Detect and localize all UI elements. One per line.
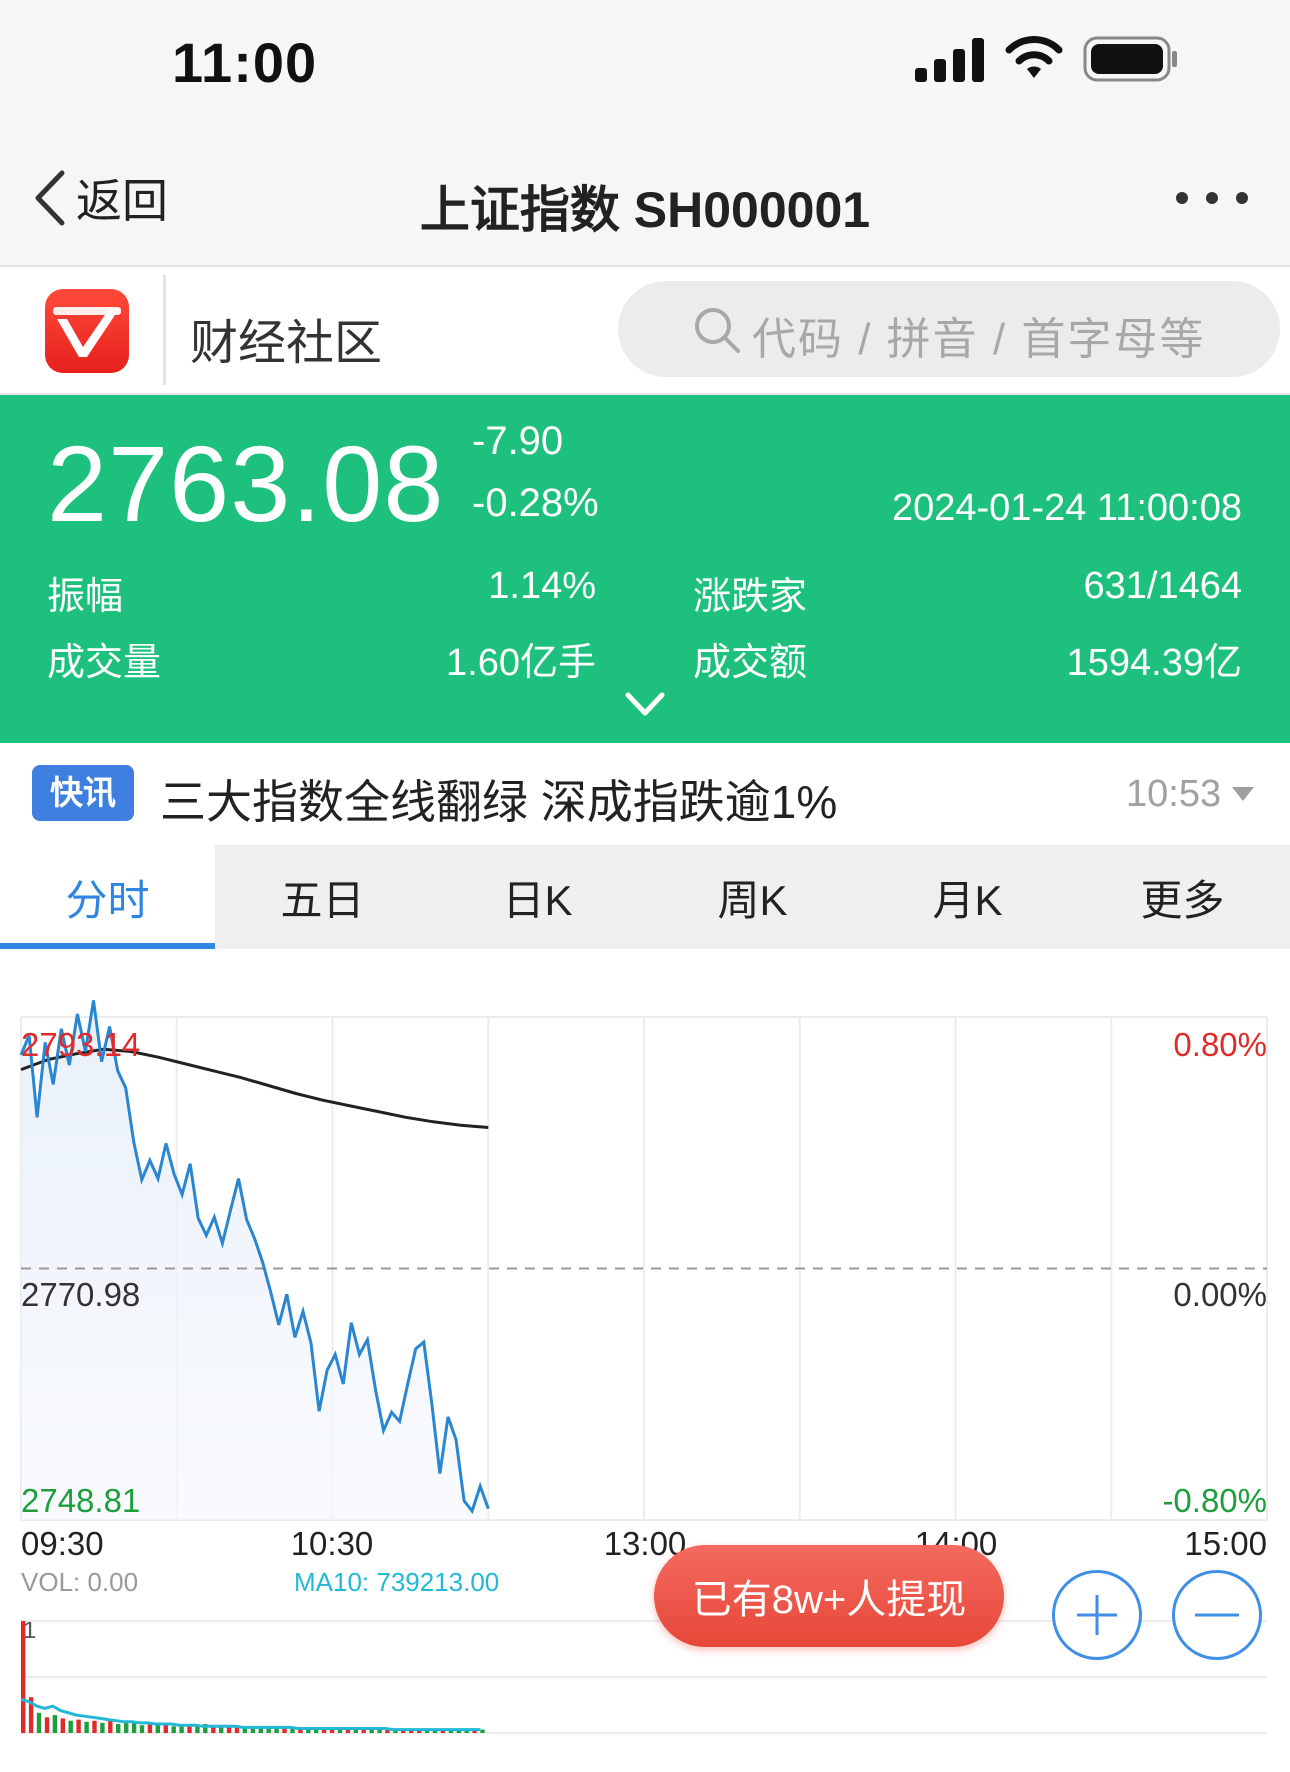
stat-value-amplitude: 1.14% — [488, 565, 596, 607]
tab-weekly-k[interactable]: 周K — [645, 845, 860, 949]
y-tick-right-bottom: -0.80% — [1162, 1482, 1267, 1519]
volume-bar — [21, 1621, 26, 1733]
volume-bar — [44, 1717, 50, 1733]
volume-ma-line — [20, 1697, 481, 1732]
volume-bar — [100, 1722, 105, 1733]
nav-bar: 返回 上证指数 SH000001 — [0, 118, 1290, 267]
volume-bar — [76, 1719, 81, 1733]
volume-bar — [60, 1718, 65, 1733]
volume-bar — [480, 1729, 485, 1733]
checkmark-logo-icon — [53, 307, 121, 357]
volume-bar — [195, 1726, 200, 1733]
volume-bar — [139, 1725, 145, 1733]
x-tick-1030: 10:30 — [291, 1525, 374, 1562]
y-tick-left-mid: 2770.98 — [21, 1276, 140, 1313]
search-placeholder: 代码 / 拼音 / 首字母等 — [752, 315, 1206, 364]
wifi-icon — [1005, 36, 1063, 78]
news-time: 10:53 — [1126, 773, 1222, 815]
volume-label: VOL: 0.00 — [21, 1567, 138, 1597]
volume-bar — [155, 1725, 160, 1733]
volume-bar — [36, 1712, 42, 1733]
volume-bar — [124, 1722, 129, 1733]
volume-bar — [116, 1724, 121, 1733]
page-title: 上证指数 SH000001 — [419, 182, 871, 238]
zoom-in-button[interactable] — [1052, 1570, 1142, 1660]
volume-bar — [52, 1715, 58, 1733]
price-area-fill — [21, 1000, 489, 1520]
tab-daily-k[interactable]: 日K — [430, 845, 645, 949]
app-logo[interactable] — [45, 289, 129, 373]
battery-icon — [1083, 36, 1177, 82]
price-change-percent: -0.28% — [472, 481, 599, 525]
x-tick-0930: 09:30 — [21, 1525, 104, 1562]
withdraw-promo-button[interactable]: 已有8w+人提现 — [654, 1545, 1004, 1647]
news-headline[interactable]: 三大指数全线翻绿 深成指跌逾1% — [160, 766, 837, 832]
volume-bar — [84, 1721, 89, 1733]
volume-bar — [369, 1729, 374, 1733]
news-badge: 快讯 — [32, 765, 134, 821]
stat-label-volume: 成交量 — [47, 642, 162, 684]
back-label: 返回 — [76, 175, 168, 227]
x-tick-1500: 15:00 — [1184, 1525, 1267, 1562]
stat-label-advance-decline: 涨跌家 — [693, 576, 808, 618]
volume-bar — [171, 1726, 176, 1733]
divider — [163, 275, 166, 385]
quote-panel: 2763.08 -7.90 -0.28% 2024-01-24 11:00:08… — [0, 395, 1290, 743]
tab-five-day[interactable]: 五日 — [215, 845, 430, 949]
stat-label-turnover: 成交额 — [693, 642, 808, 684]
y-tick-right-top: 0.80% — [1173, 1026, 1267, 1063]
chevron-left-icon — [35, 170, 65, 226]
volume-bar — [147, 1724, 153, 1733]
price-change: -7.90 — [472, 419, 564, 463]
stat-value-volume: 1.60亿手 — [446, 642, 596, 684]
y-tick-left-top: 2793.14 — [21, 1026, 140, 1063]
more-icon[interactable] — [1172, 180, 1252, 216]
volume-bar — [92, 1720, 97, 1733]
stat-label-amplitude: 振幅 — [47, 576, 124, 618]
tab-more[interactable]: 更多 — [1075, 845, 1290, 949]
signal-icon — [915, 38, 984, 82]
search-input[interactable]: 代码 / 拼音 / 首字母等 — [618, 281, 1280, 377]
stat-value-turnover: 1594.39亿 — [1066, 642, 1242, 684]
stat-value-advance-decline: 631/1464 — [1083, 565, 1243, 607]
plus-icon — [1077, 1595, 1117, 1635]
search-icon — [695, 308, 740, 353]
y-tick-left-bottom: 2748.81 — [21, 1482, 140, 1519]
zoom-out-button[interactable] — [1172, 1570, 1262, 1660]
y-tick-right-mid: 0.00% — [1173, 1276, 1267, 1313]
community-bar: 财经社区 代码 / 拼音 / 首字母等 — [0, 267, 1290, 395]
tab-intraday[interactable]: 分时 — [0, 845, 215, 949]
status-bar: 11:00 — [0, 0, 1290, 118]
tab-monthly-k[interactable]: 月K — [860, 845, 1075, 949]
back-button[interactable]: 返回 — [32, 168, 168, 228]
volume-bar — [68, 1720, 73, 1733]
minus-icon — [1195, 1613, 1239, 1617]
volume-bar — [282, 1728, 287, 1733]
volume-ma-label: MA10: 739213.00 — [294, 1567, 499, 1597]
chart-tabs: 分时 五日 日K 周K 月K 更多 — [0, 845, 1290, 949]
index-price: 2763.08 — [47, 423, 445, 544]
chevron-down-icon[interactable] — [622, 687, 668, 721]
community-label: 财经社区 — [190, 317, 383, 370]
status-time: 11:00 — [172, 31, 318, 94]
volume-bar — [219, 1727, 224, 1733]
news-ticker[interactable]: 快讯 三大指数全线翻绿 深成指跌逾1% 10:53 — [0, 743, 1290, 845]
caret-down-icon[interactable] — [1230, 785, 1256, 803]
quote-datetime: 2024-01-24 11:00:08 — [891, 487, 1242, 529]
